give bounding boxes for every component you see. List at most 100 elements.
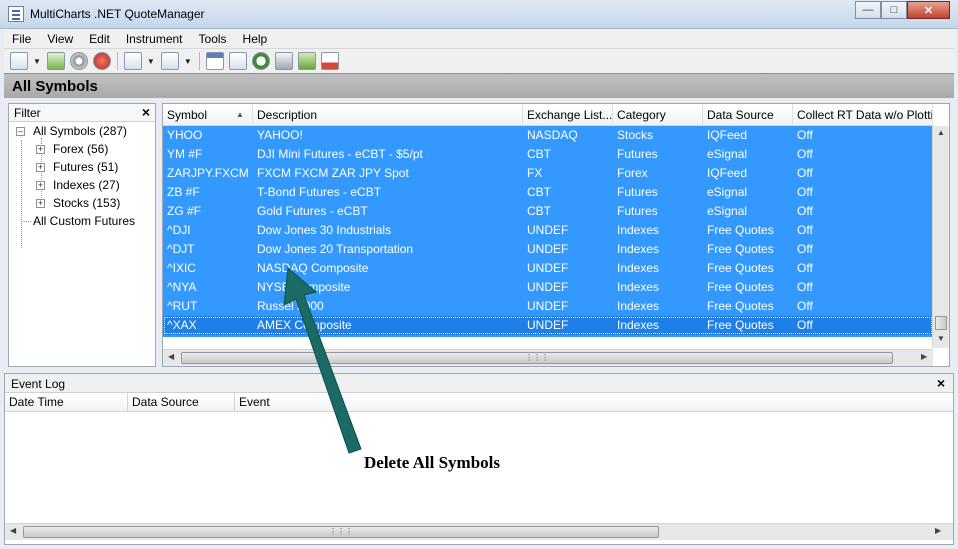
export-icon[interactable]	[160, 52, 179, 70]
new-symbol-icon[interactable]	[10, 52, 28, 70]
cell-collect-rt: Off	[797, 261, 813, 275]
cell-exchange: CBT	[527, 147, 551, 161]
clock-icon[interactable]	[251, 52, 270, 70]
column-header-date-time[interactable]: Date Time	[5, 393, 128, 412]
scroll-down-icon[interactable]: ▼	[937, 334, 945, 343]
scroll-right-icon[interactable]: ▶	[921, 352, 927, 361]
menu-tools[interactable]: Tools	[191, 29, 235, 49]
table-row[interactable]: ^IXIC NASDAQ Composite UNDEF Indexes Free Qu…	[163, 259, 933, 278]
column-header-exchange[interactable]: Exchange List...	[523, 104, 613, 126]
cell-data-source: eSignal	[707, 147, 748, 161]
vertical-scrollbar[interactable]: ▲ ▼	[932, 126, 949, 348]
toolbar-separator	[198, 52, 200, 70]
column-header-symbol[interactable]: Symbol ▲	[163, 104, 253, 126]
table-row[interactable]: ^DJT Dow Jones 20 Transportation UNDEF Inde…	[163, 240, 933, 259]
close-icon[interactable]: ×	[142, 104, 150, 120]
scroll-thumb[interactable]	[935, 316, 947, 330]
cell-description: NASDAQ Composite	[257, 261, 369, 275]
table-row[interactable]: YM #F DJI Mini Futures - eCBT - $5/pt CBT F…	[163, 145, 933, 164]
menu-file[interactable]: File	[4, 29, 39, 49]
chevron-down-icon[interactable]: ▼	[33, 57, 41, 66]
column-header-event[interactable]: Event	[235, 393, 325, 412]
settings-gear-icon[interactable]	[69, 52, 88, 70]
cell-data-source: Free Quotes	[707, 223, 774, 237]
table-row[interactable]: ZB #F T-Bond Futures - eCBT CBT Futures eSig…	[163, 183, 933, 202]
cell-exchange: FX	[527, 166, 543, 180]
scroll-thumb[interactable]: ⋮⋮⋮	[23, 526, 659, 538]
scroll-left-icon[interactable]: ◀	[10, 526, 16, 535]
add-symbol-icon[interactable]	[46, 52, 65, 70]
window-controls: — □ ✕	[855, 1, 950, 19]
scroll-up-icon[interactable]: ▲	[937, 128, 945, 137]
cell-exchange: UNDEF	[527, 223, 569, 237]
table-row[interactable]: ^DJI Dow Jones 30 Industrials UNDEF Indexes…	[163, 221, 933, 240]
cell-exchange: UNDEF	[527, 261, 569, 275]
chevron-down-icon[interactable]: ▼	[147, 57, 155, 66]
delete-stop-icon[interactable]	[92, 52, 111, 70]
tree-line	[21, 140, 22, 248]
expand-icon[interactable]: +	[36, 145, 45, 154]
cell-category: Futures	[617, 185, 658, 199]
table-row[interactable]: ^RUT Russel 2000 UNDEF Indexes Free Quotes Of…	[163, 297, 933, 316]
table-row[interactable]: ^XAX AMEX Composite UNDEF Indexes Free Quote…	[163, 316, 933, 335]
exchange-bank-icon[interactable]	[274, 52, 293, 70]
chart-icon[interactable]	[320, 52, 339, 70]
table-row[interactable]: ZG #F Gold Futures - eCBT CBT Futures eSigna…	[163, 202, 933, 221]
cell-exchange: UNDEF	[527, 280, 569, 294]
cell-data-source: Free Quotes	[707, 299, 774, 313]
collapse-icon[interactable]: –	[16, 127, 25, 136]
cell-exchange: CBT	[527, 185, 551, 199]
minimize-button[interactable]: —	[855, 1, 881, 19]
cell-description: YAHOO!	[257, 128, 303, 142]
table-row[interactable]: ^NYA NYSE Composite UNDEF Indexes Free Quote…	[163, 278, 933, 297]
data-window-icon[interactable]	[228, 52, 247, 70]
scroll-left-icon[interactable]: ◀	[168, 352, 174, 361]
cell-category: Indexes	[617, 223, 660, 237]
import-icon[interactable]	[123, 52, 142, 70]
scroll-thumb[interactable]: ⋮⋮⋮	[181, 352, 893, 364]
cell-data-source: eSignal	[707, 185, 748, 199]
column-header-category[interactable]: Category	[613, 104, 703, 126]
cell-category: Indexes	[617, 280, 660, 294]
cell-data-source: Free Quotes	[707, 242, 774, 256]
grid-body: YHOO YAHOO! NASDAQ Stocks IQFeed Off YM #F DJI …	[163, 126, 933, 337]
cell-collect-rt: Off	[797, 242, 813, 256]
table-row[interactable]: YHOO YAHOO! NASDAQ Stocks IQFeed Off	[163, 126, 933, 145]
column-header-data-source[interactable]: Data Source	[703, 104, 793, 126]
cell-collect-rt: Off	[797, 166, 813, 180]
horizontal-scrollbar[interactable]: ◀ ⋮⋮⋮ ▶	[163, 349, 933, 366]
scroll-right-icon[interactable]: ▶	[935, 526, 941, 535]
window-title: MultiCharts .NET QuoteManager	[30, 7, 205, 21]
tree-item-all-custom-futures[interactable]: All Custom Futures	[33, 212, 135, 230]
column-header-description[interactable]: Description	[253, 104, 523, 126]
column-header-data-source[interactable]: Data Source	[128, 393, 235, 412]
expand-icon[interactable]: +	[36, 199, 45, 208]
cell-category: Indexes	[617, 261, 660, 275]
expand-icon[interactable]: +	[36, 163, 45, 172]
cell-description: Russel 2000	[257, 299, 324, 313]
cell-symbol: YHOO	[167, 128, 203, 142]
cell-exchange: NASDAQ	[527, 128, 578, 142]
cell-category: Stocks	[617, 128, 654, 142]
tree-line	[21, 221, 31, 222]
menu-edit[interactable]: Edit	[81, 29, 118, 49]
document-icon[interactable]	[297, 52, 316, 70]
expand-icon[interactable]: +	[36, 181, 45, 190]
cell-exchange: CBT	[527, 204, 551, 218]
menu-view[interactable]: View	[39, 29, 81, 49]
menu-help[interactable]: Help	[235, 29, 276, 49]
close-icon[interactable]: ×	[937, 375, 945, 391]
column-header-collect-rt[interactable]: Collect RT Data w/o Plotti	[793, 104, 933, 126]
close-button[interactable]: ✕	[907, 1, 950, 19]
event-log-title: Event Log	[11, 377, 66, 391]
menu-instrument[interactable]: Instrument	[118, 29, 191, 49]
calendar-icon[interactable]	[205, 52, 224, 70]
cell-symbol: ^NYA	[167, 280, 197, 294]
chevron-down-icon[interactable]: ▼	[184, 57, 192, 66]
horizontal-scrollbar[interactable]: ◀ ⋮⋮⋮ ▶	[5, 523, 953, 540]
menu-bar: File View Edit Instrument Tools Help	[4, 29, 954, 49]
toolbar-separator	[116, 52, 118, 70]
filter-panel: Filter × – All Symbols (287) + Forex (56…	[8, 103, 156, 367]
table-row[interactable]: ZARJPY.FXCM FXCM FXCM ZAR JPY Spot FX Forex…	[163, 164, 933, 183]
maximize-button[interactable]: □	[881, 1, 907, 19]
